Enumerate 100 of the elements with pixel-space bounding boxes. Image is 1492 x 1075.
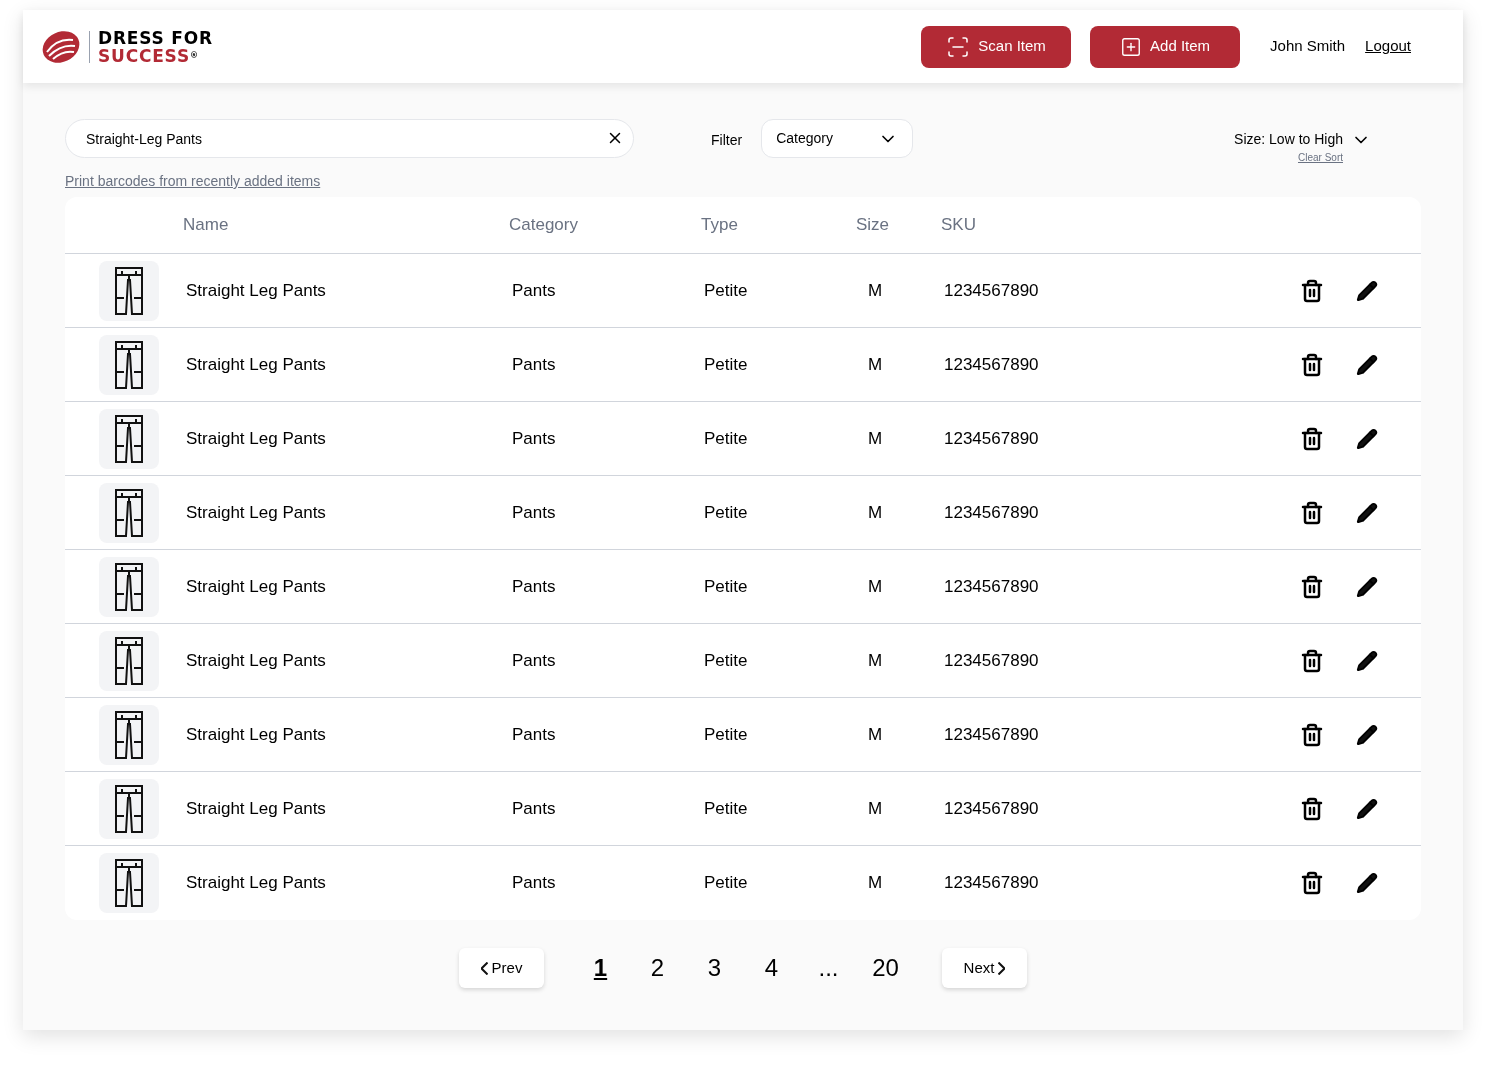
delete-icon[interactable] xyxy=(1300,426,1324,451)
pants-icon xyxy=(114,487,144,538)
edit-icon[interactable] xyxy=(1356,353,1378,376)
edit-icon[interactable] xyxy=(1356,797,1378,820)
column-header: SKU xyxy=(941,214,976,237)
page-link[interactable]: 2 xyxy=(629,950,686,986)
table-cell-text: Pants xyxy=(512,872,557,895)
table-cell-text: Petite xyxy=(704,279,749,302)
logo-text: SUCCESS$^{®}$ xyxy=(98,46,200,65)
filter-label: Filter xyxy=(711,131,743,150)
next-button[interactable]: Next xyxy=(942,948,1027,988)
table-cell-text: 1234567890 xyxy=(944,353,1040,376)
edit-icon[interactable] xyxy=(1356,427,1378,450)
user-name: John Smith xyxy=(1270,36,1346,57)
plus-square-icon xyxy=(1120,35,1143,58)
clear-sort-link[interactable]: Clear Sort xyxy=(1298,150,1343,165)
table-cell-text: 1234567890 xyxy=(944,575,1040,598)
table-cell-text: M xyxy=(868,353,884,376)
table-cell-text: Pants xyxy=(512,575,557,598)
table-cell-text: Pants xyxy=(512,649,557,672)
page-link[interactable]: ... xyxy=(800,950,857,986)
table-cell-text: Petite xyxy=(704,723,749,746)
edit-icon[interactable] xyxy=(1356,872,1378,894)
table-cell-text: Petite xyxy=(704,575,749,598)
table-cell-text: Petite xyxy=(704,872,749,895)
category-dropdown[interactable]: Category xyxy=(761,119,914,158)
delete-icon[interactable] xyxy=(1300,871,1324,895)
table-cell-text: M xyxy=(868,872,884,895)
table-cell-text: Pants xyxy=(512,279,557,302)
table-cell-text: Straight Leg Pants xyxy=(186,872,327,895)
column-header: Type xyxy=(701,214,739,237)
column-header: Size xyxy=(856,214,891,237)
table-cell-text: M xyxy=(868,723,884,746)
logo-text: DRESS FOR xyxy=(98,28,213,47)
table-cell-text: 1234567890 xyxy=(944,872,1040,895)
table-cell-text: M xyxy=(868,649,884,672)
pants-icon xyxy=(114,265,144,316)
edit-icon[interactable] xyxy=(1356,575,1378,598)
add-item-button[interactable]: Add Item xyxy=(1090,25,1241,68)
table-cell-text: Pants xyxy=(512,427,557,450)
delete-icon[interactable] xyxy=(1300,352,1324,377)
delete-icon[interactable] xyxy=(1300,796,1324,821)
delete-icon[interactable] xyxy=(1300,648,1324,673)
delete-icon[interactable] xyxy=(1300,722,1324,747)
delete-icon[interactable] xyxy=(1300,278,1324,303)
table-cell-text: Straight Leg Pants xyxy=(186,501,327,524)
search-field[interactable]: Straight-Leg Pants xyxy=(65,119,634,158)
edit-icon[interactable] xyxy=(1356,723,1378,746)
table-cell-text: M xyxy=(868,501,884,524)
pants-icon xyxy=(114,709,144,760)
scan-icon xyxy=(946,34,971,59)
chevron-right-icon xyxy=(998,961,1006,975)
table-cell-text: M xyxy=(868,797,884,820)
table-cell-text: Straight Leg Pants xyxy=(186,427,327,450)
pants-icon xyxy=(114,561,144,612)
table-cell-text: 1234567890 xyxy=(944,501,1040,524)
page-link[interactable]: 3 xyxy=(686,950,743,986)
table-cell-text: Straight Leg Pants xyxy=(186,723,327,746)
table-cell-text: Petite xyxy=(704,649,749,672)
table-cell-text: Petite xyxy=(704,797,749,820)
table-cell-text: Straight Leg Pants xyxy=(186,353,327,376)
table-cell-text: Pants xyxy=(512,501,557,524)
print-barcodes-link[interactable]: Print barcodes from recently added items xyxy=(65,171,634,192)
table-cell-text: Straight Leg Pants xyxy=(186,797,327,820)
table-cell-text: Straight Leg Pants xyxy=(186,575,327,598)
edit-icon[interactable] xyxy=(1356,649,1378,672)
table-cell-text: Straight Leg Pants xyxy=(186,279,327,302)
pants-icon xyxy=(114,858,144,908)
delete-icon[interactable] xyxy=(1300,500,1324,525)
edit-icon[interactable] xyxy=(1356,279,1378,302)
page-link[interactable]: 20 xyxy=(857,950,914,986)
table-cell-text: 1234567890 xyxy=(944,279,1040,302)
delete-icon[interactable] xyxy=(1300,574,1324,599)
table-cell-text: M xyxy=(868,575,884,598)
column-header: Name xyxy=(183,214,230,237)
table-cell-text: Petite xyxy=(704,353,749,376)
pants-icon xyxy=(114,413,144,464)
table-cell-text: Pants xyxy=(512,723,557,746)
table-cell-text: Straight Leg Pants xyxy=(186,649,327,672)
pants-icon xyxy=(114,339,144,390)
sort-dropdown[interactable]: Size: Low to High xyxy=(1234,129,1371,150)
table-cell-text: Pants xyxy=(512,353,557,376)
table-cell-text: 1234567890 xyxy=(944,427,1040,450)
page-link[interactable]: 4 xyxy=(743,950,800,986)
chevron-left-icon xyxy=(480,961,488,975)
table-cell-text: Pants xyxy=(512,797,557,820)
table-cell-text: 1234567890 xyxy=(944,723,1040,746)
table-cell-text: Petite xyxy=(704,427,749,450)
pants-icon xyxy=(114,635,144,686)
pants-icon xyxy=(114,783,144,834)
table-cell-text: 1234567890 xyxy=(944,649,1040,672)
scan-item-button[interactable]: Scan Item xyxy=(921,25,1072,68)
edit-icon[interactable] xyxy=(1356,501,1378,524)
logo-swirl-icon xyxy=(41,29,81,64)
table-cell-text: M xyxy=(868,427,884,450)
table-cell-text: Petite xyxy=(704,501,749,524)
page-link[interactable]: 1 xyxy=(572,950,629,986)
logout-link[interactable]: Logout xyxy=(1365,35,1411,58)
prev-button[interactable]: Prev xyxy=(459,948,544,988)
column-header: Category xyxy=(509,214,579,237)
